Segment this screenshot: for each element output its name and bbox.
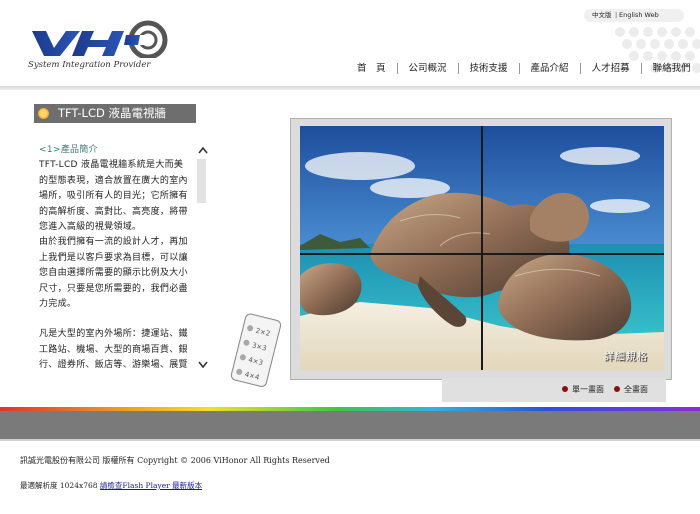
lang-separator: | bbox=[615, 11, 618, 19]
nav-products[interactable]: 產品介紹 bbox=[518, 62, 580, 74]
remote-icon: 2×2 3×3 4×3 4×4 bbox=[230, 313, 282, 388]
chevron-up-icon bbox=[198, 146, 208, 154]
header: System Integration Provider 中文版 | Englis… bbox=[0, 0, 700, 90]
bullet-icon bbox=[562, 386, 568, 392]
flash-player-link[interactable]: 請檢查Flash Player 最新版本 bbox=[100, 481, 202, 490]
main-nav: 首 頁 公司概況 技術支援 產品介紹 人才招募 聯絡我們 bbox=[346, 58, 700, 78]
description-paragraph: TFT-LCD 液晶電視牆系統是大而美的型態表現，適合放置在廣大的室內場所，吸引… bbox=[39, 160, 188, 233]
logo-tagline: System Integration Provider bbox=[28, 60, 151, 70]
footer-band bbox=[0, 411, 700, 439]
beach-rocks-image bbox=[300, 126, 664, 370]
bullet-icon bbox=[614, 386, 620, 392]
detail-specs-link[interactable]: 詳細規格 bbox=[604, 348, 648, 363]
nav-careers[interactable]: 人才招募 bbox=[579, 62, 641, 74]
company-logo[interactable]: System Integration Provider bbox=[26, 18, 176, 76]
lang-chinese-link[interactable]: 中文版 bbox=[592, 9, 612, 22]
lang-english-link[interactable]: English Web bbox=[619, 9, 659, 22]
full-screen-label: 全畫面 bbox=[624, 385, 648, 394]
product-description: <1>產品簡介 TFT-LCD 液晶電視牆系統是大而美的型態表現，適合放置在廣大… bbox=[39, 143, 192, 381]
single-screen-button[interactable]: 單一畫面 bbox=[562, 385, 604, 395]
footer-line bbox=[0, 439, 700, 441]
copyright-text: 訊誠光電股份有限公司 版權所有 Copyright © 2006 ViHonor… bbox=[20, 456, 330, 465]
single-screen-label: 單一畫面 bbox=[572, 385, 604, 394]
description-scrollbar[interactable] bbox=[197, 145, 209, 371]
description-heading: <1>產品簡介 bbox=[39, 145, 98, 155]
section-title-text: TFT-LCD 液晶電視牆 bbox=[58, 106, 167, 120]
nav-contact[interactable]: 聯絡我們 bbox=[640, 62, 700, 74]
language-switcher: 中文版 | English Web bbox=[584, 9, 684, 22]
full-screen-button[interactable]: 全畫面 bbox=[614, 385, 648, 395]
scroll-thumb[interactable] bbox=[197, 159, 206, 203]
sun-icon bbox=[38, 108, 49, 119]
nav-home[interactable]: 首 頁 bbox=[346, 63, 397, 74]
description-paragraph: 由於我們擁有一流的設計人才，再加上我們是以客戶要求為目標，可以讓您自由選擇所需要… bbox=[39, 237, 188, 310]
logo-graphic bbox=[32, 20, 168, 60]
resolution-text: 最適解析度 1024x768 bbox=[20, 481, 100, 490]
section-title: TFT-LCD 液晶電視牆 bbox=[34, 104, 196, 123]
nav-support[interactable]: 技術支援 bbox=[457, 62, 519, 74]
chevron-down-icon bbox=[198, 361, 208, 369]
nav-company[interactable]: 公司概況 bbox=[396, 62, 458, 74]
display-mode-bar: 單一畫面 全畫面 bbox=[442, 378, 666, 402]
layout-remote: 2×2 3×3 4×3 4×4 bbox=[224, 312, 286, 388]
resolution-note: 最適解析度 1024x768 請檢查Flash Player 最新版本 bbox=[20, 480, 202, 491]
video-wall-screen bbox=[300, 126, 664, 370]
description-paragraph: 凡是大型的室內外場所：捷運站、鐵工路站、機場、大型的商場百貨、銀行、證券所、飯店… bbox=[39, 329, 188, 371]
header-divider bbox=[0, 86, 700, 90]
